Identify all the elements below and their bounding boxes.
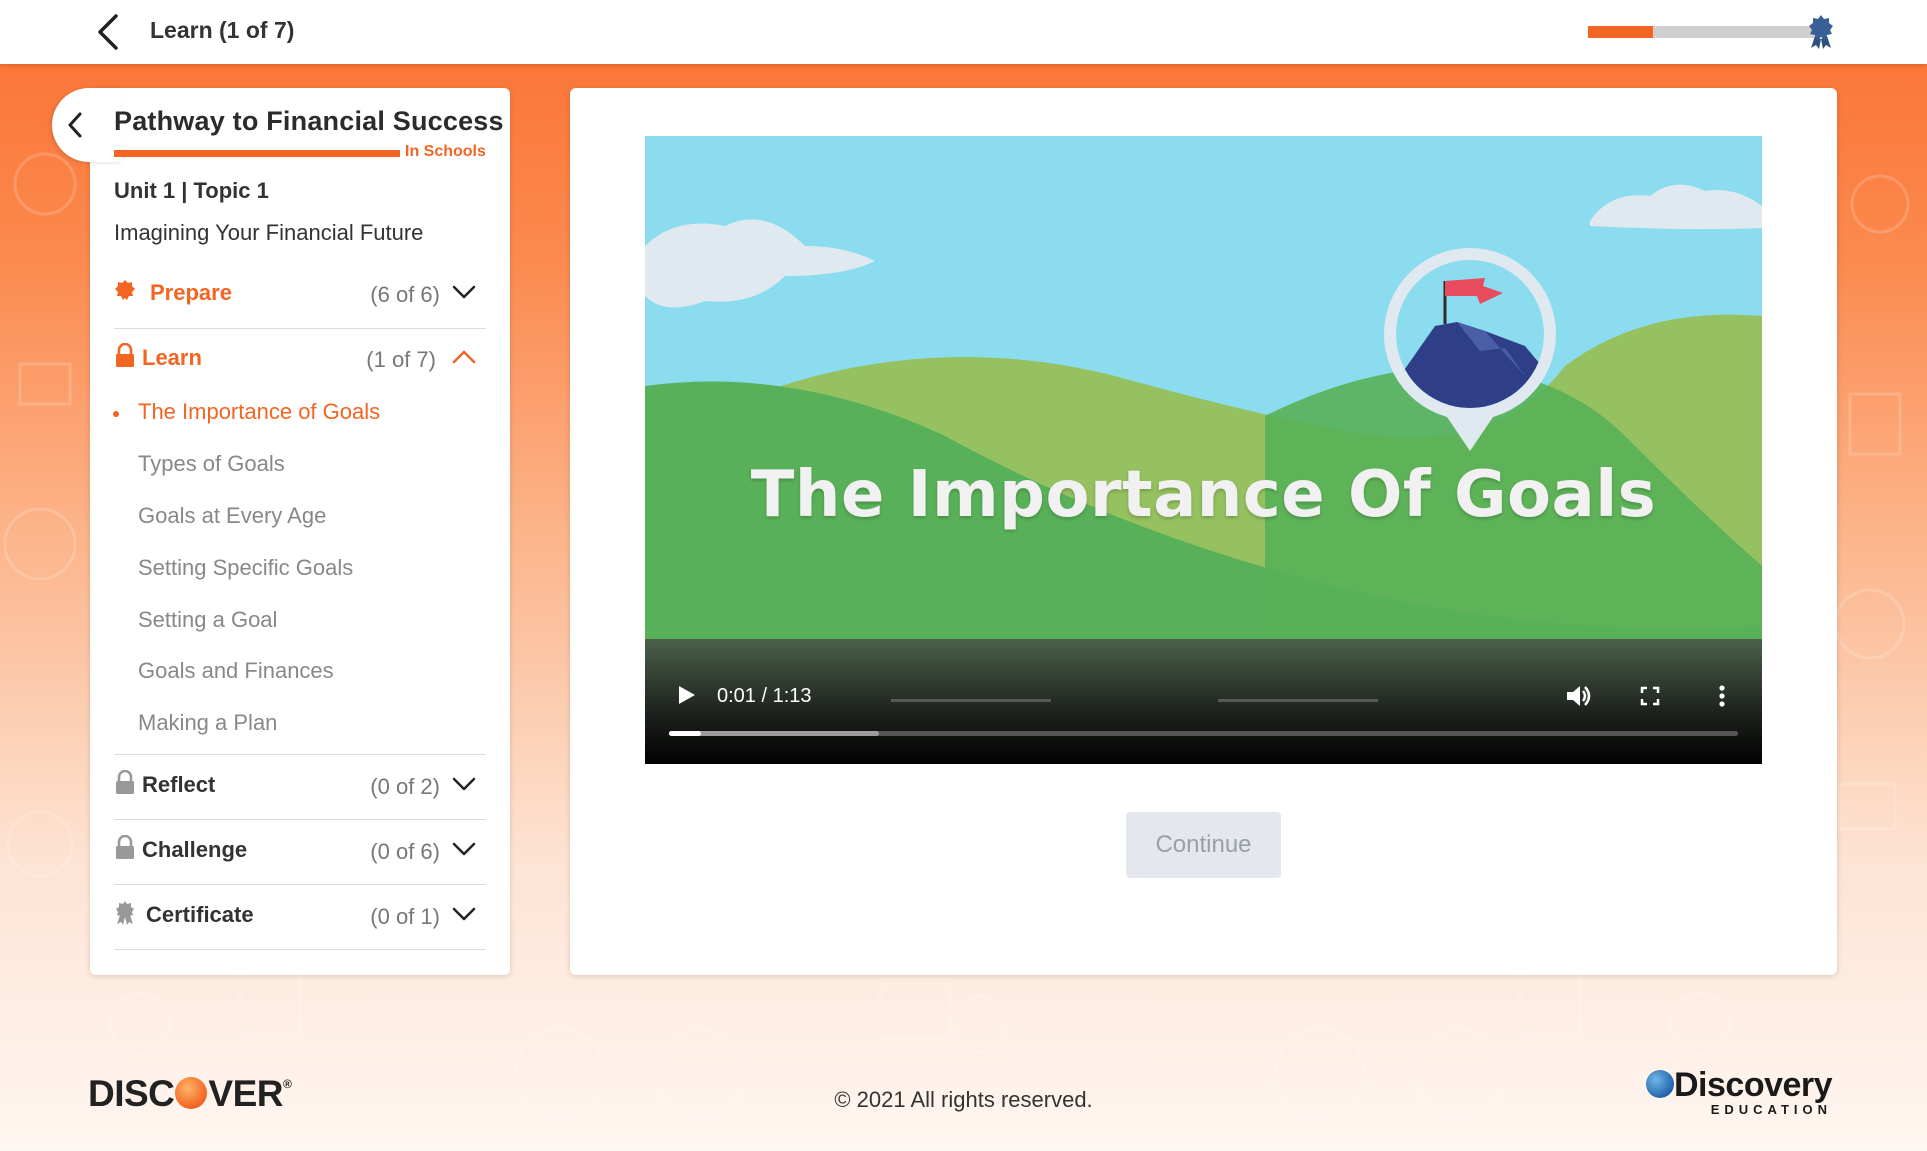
logo-sub-text: EDUCATION bbox=[1710, 1102, 1832, 1117]
chevron-down-icon bbox=[452, 907, 476, 921]
top-bar: Learn (1 of 7) bbox=[0, 0, 1927, 64]
badge-icon bbox=[115, 280, 135, 300]
section-count: (0 of 6) bbox=[370, 839, 440, 864]
video-title-overlay: The Importance Of Goals bbox=[750, 458, 1657, 532]
active-lesson-dot bbox=[113, 411, 119, 417]
lesson-item[interactable]: Making a Plan bbox=[138, 710, 277, 736]
fullscreen-icon[interactable] bbox=[1635, 681, 1665, 711]
continue-button[interactable]: Continue bbox=[1126, 812, 1281, 878]
section-count: (1 of 7) bbox=[366, 347, 436, 372]
chevron-up-icon bbox=[452, 350, 476, 364]
section-label: Certificate bbox=[146, 902, 254, 927]
back-button[interactable] bbox=[92, 12, 132, 52]
chevron-left-icon bbox=[98, 14, 118, 50]
video-time: 0:01 / 1:13 bbox=[717, 685, 812, 707]
lesson-item[interactable]: Goals and Finances bbox=[138, 658, 334, 684]
collapse-sidebar-button[interactable] bbox=[52, 88, 122, 162]
discovery-education-logo: Discovery EDUCATION bbox=[1646, 1066, 1836, 1118]
unit-label: Unit 1 | Topic 1 bbox=[114, 178, 269, 203]
section-label: Reflect bbox=[142, 772, 216, 797]
lesson-item[interactable]: Setting Specific Goals bbox=[138, 555, 353, 581]
section-certificate[interactable]: Certificate (0 of 1) bbox=[114, 884, 486, 948]
chevron-down-icon bbox=[452, 285, 476, 299]
logo-main-text: Discovery bbox=[1674, 1066, 1833, 1104]
lesson-item[interactable]: Types of Goals bbox=[138, 451, 285, 477]
more-options-icon[interactable] bbox=[1707, 681, 1737, 711]
progress-bar bbox=[1588, 26, 1820, 38]
lesson-item[interactable]: Goals at Every Age bbox=[138, 503, 326, 529]
lesson-item[interactable]: The Importance of Goals bbox=[138, 399, 380, 425]
section-learn[interactable]: Learn (1 of 7) bbox=[114, 327, 486, 391]
control-divider bbox=[891, 699, 1051, 702]
progress-fill bbox=[1588, 26, 1653, 38]
section-label: Learn bbox=[142, 345, 202, 370]
divider bbox=[114, 949, 486, 950]
section-challenge[interactable]: Challenge (0 of 6) bbox=[114, 819, 486, 883]
award-badge-icon bbox=[1809, 15, 1833, 49]
lesson-item[interactable]: Setting a Goal bbox=[138, 607, 277, 633]
section-prepare[interactable]: Prepare (6 of 6) bbox=[114, 262, 486, 326]
lock-icon bbox=[116, 835, 134, 859]
section-reflect[interactable]: Reflect (0 of 2) bbox=[114, 754, 486, 818]
control-divider bbox=[1218, 699, 1378, 702]
volume-icon[interactable] bbox=[1563, 681, 1593, 711]
section-count: (0 of 2) bbox=[370, 774, 440, 799]
seek-played bbox=[669, 731, 702, 736]
globe-icon bbox=[1646, 1070, 1674, 1098]
play-icon[interactable] bbox=[673, 682, 699, 708]
section-label: Challenge bbox=[142, 837, 248, 862]
award-icon bbox=[116, 901, 134, 925]
section-count: (6 of 6) bbox=[370, 282, 440, 307]
video-seek-bar[interactable] bbox=[669, 731, 1738, 736]
course-title: Pathway to Financial Success bbox=[114, 106, 504, 136]
copyright-text: © 2021 All rights reserved. bbox=[834, 1087, 1093, 1112]
lock-icon bbox=[116, 343, 134, 367]
course-title-underline bbox=[114, 150, 400, 157]
topic-title: Imagining Your Financial Future bbox=[114, 220, 424, 245]
video-controls: 0:01 / 1:13 bbox=[645, 639, 1762, 764]
course-subtitle: In Schools bbox=[405, 143, 486, 160]
section-count: (0 of 1) bbox=[370, 904, 440, 929]
chevron-left-icon bbox=[68, 112, 82, 138]
video-player[interactable]: The Importance Of Goals 0:01 / 1:13 bbox=[645, 136, 1762, 764]
lock-icon bbox=[116, 770, 134, 794]
page-title: Learn (1 of 7) bbox=[150, 17, 295, 43]
section-label: Prepare bbox=[150, 280, 232, 305]
chevron-down-icon bbox=[452, 842, 476, 856]
chevron-down-icon bbox=[452, 777, 476, 791]
